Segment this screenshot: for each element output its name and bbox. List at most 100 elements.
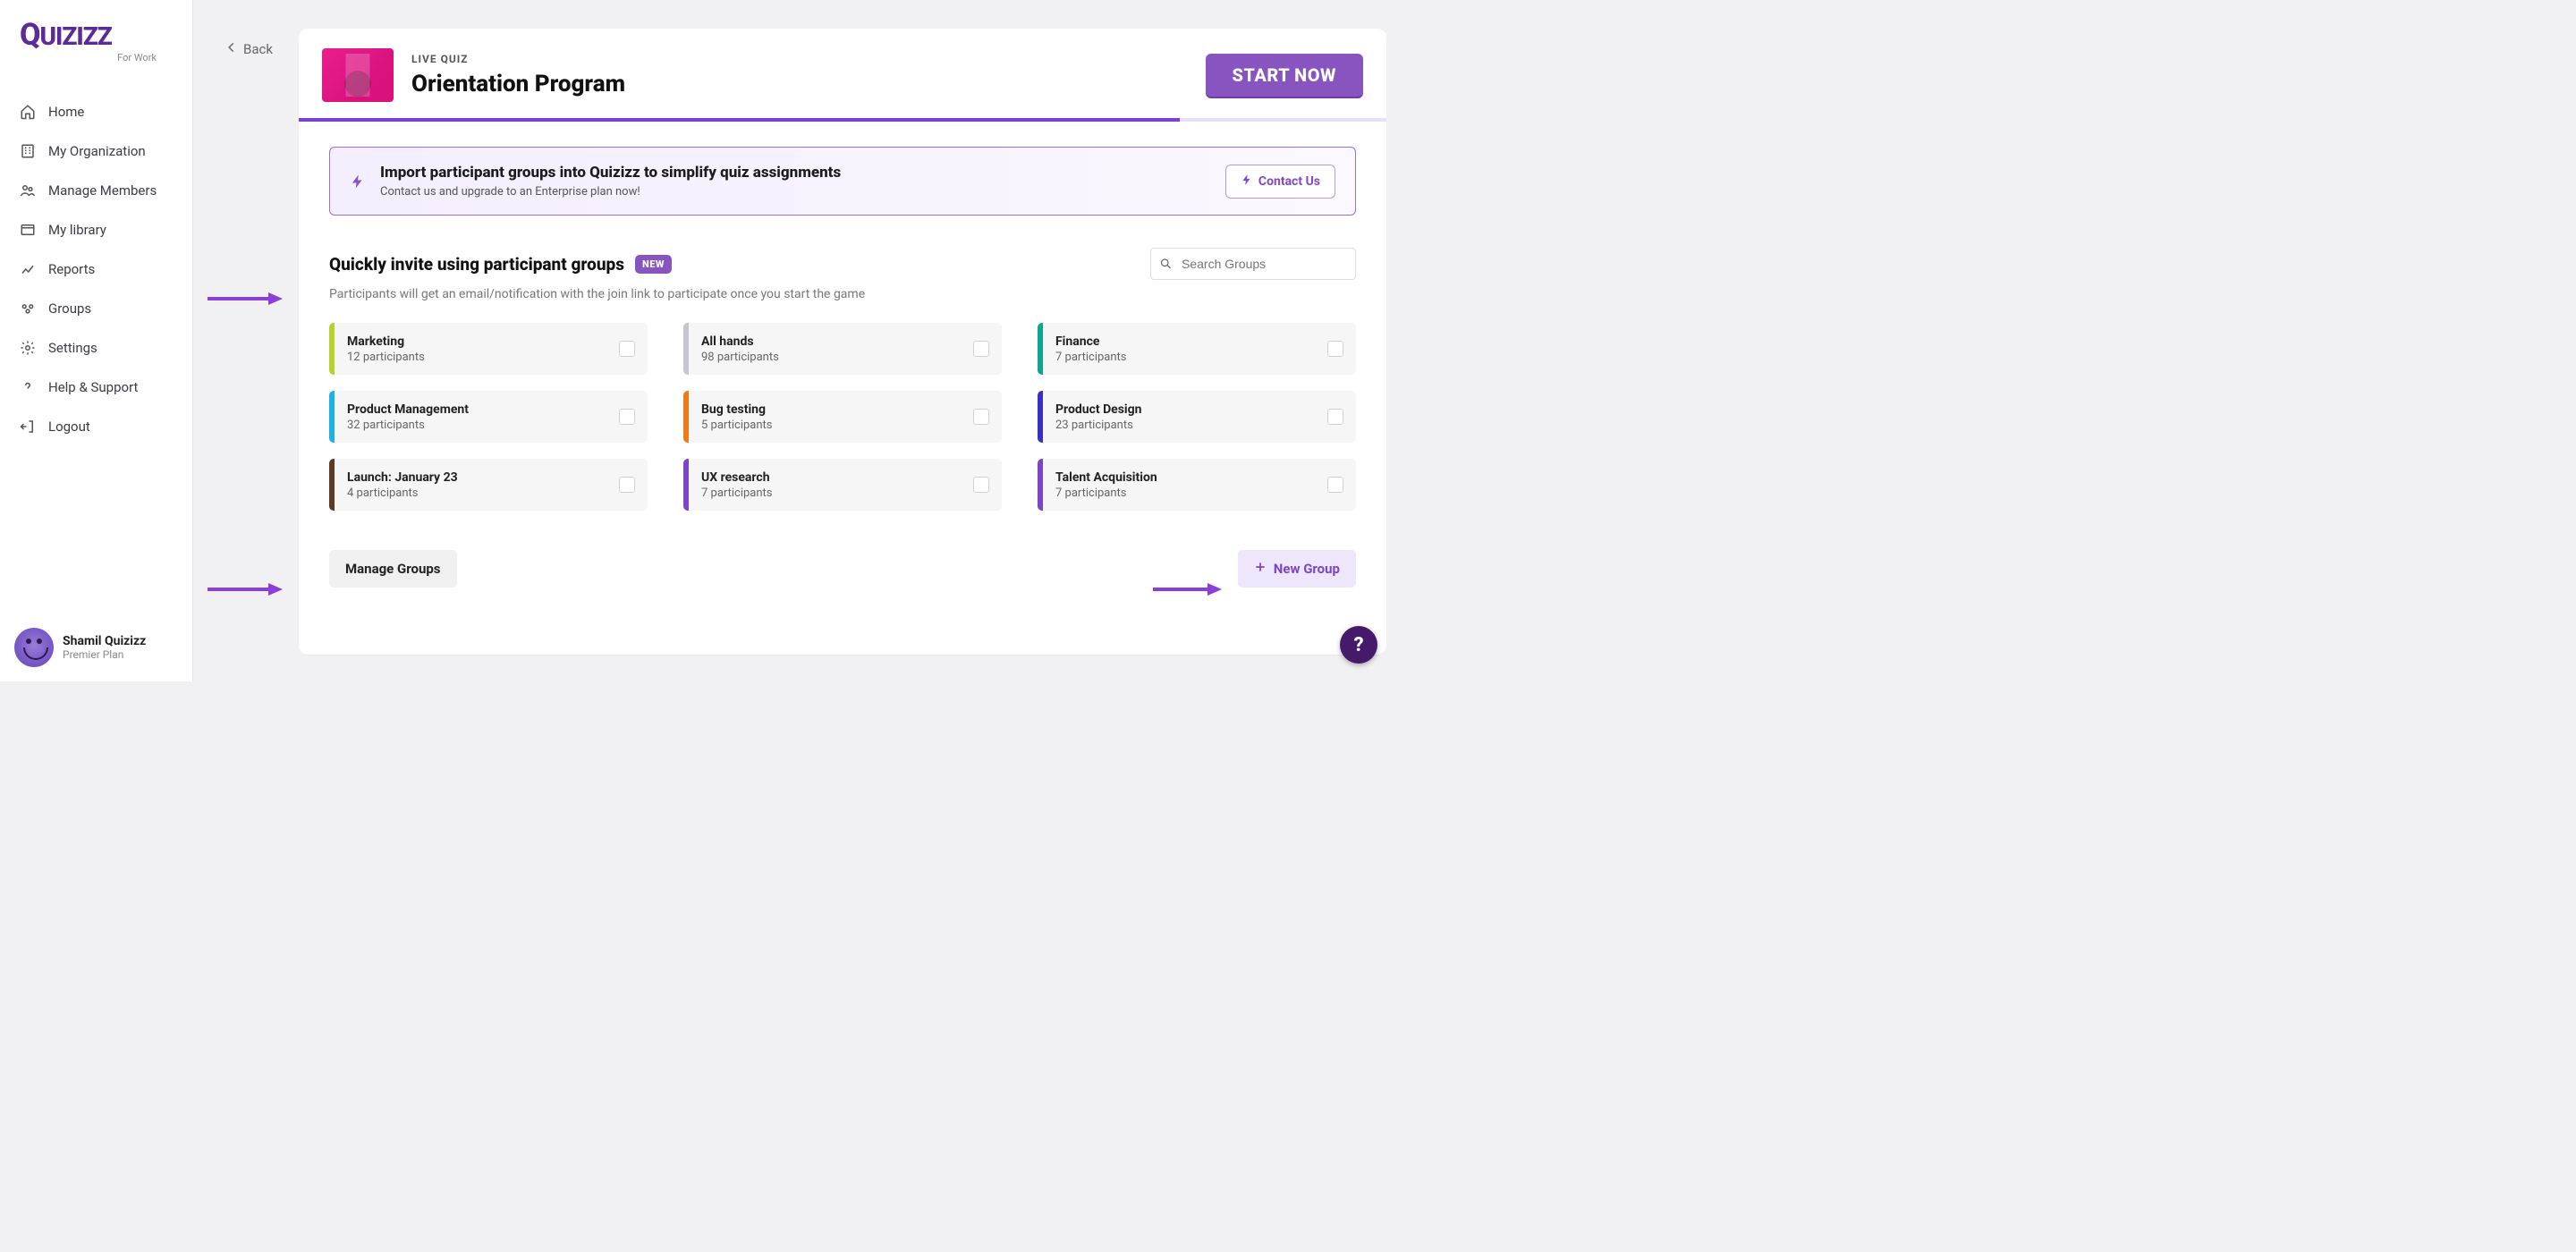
new-badge: NEW — [635, 255, 672, 274]
group-checkbox[interactable] — [973, 341, 989, 357]
annotation-arrow — [1153, 582, 1223, 589]
user-plan: Premier Plan — [63, 648, 146, 661]
plus-icon — [1254, 561, 1267, 577]
group-card[interactable]: Talent Acquisition7 participants — [1038, 459, 1356, 511]
group-checkbox[interactable] — [973, 477, 989, 493]
search-icon — [1159, 258, 1173, 271]
section-header: Quickly invite using participant groups … — [329, 248, 1356, 280]
help-icon — [20, 379, 36, 395]
sidebar-item-label: Groups — [48, 300, 91, 317]
group-count: 7 participants — [701, 486, 773, 500]
groups-icon — [20, 300, 36, 317]
title-block: LIVE QUIZ Orientation Program — [411, 53, 625, 97]
group-card[interactable]: Product Design23 participants — [1038, 391, 1356, 443]
brand-logo: QQuizizzUIZIZZ — [20, 20, 173, 50]
sidebar-item-label: Home — [48, 104, 84, 120]
brand-subline: For Work — [20, 52, 157, 63]
section-sub: Participants will get an email/notificat… — [329, 287, 1356, 301]
group-grid: Marketing12 participants All hands 98 part… — [329, 323, 1356, 511]
quiz-thumbnail — [322, 48, 394, 102]
new-group-label: New Group — [1274, 561, 1340, 577]
contact-us-button[interactable]: Contact Us — [1225, 165, 1335, 199]
new-group-button[interactable]: New Group — [1238, 550, 1356, 588]
sidebar-item-reports[interactable]: Reports — [0, 250, 192, 289]
sidebar-user[interactable]: Shamil Quizizz Premier Plan — [0, 613, 192, 681]
quiz-title: Orientation Program — [411, 71, 625, 97]
sidebar-item-label: Manage Members — [48, 182, 157, 199]
group-name: Bug testing — [701, 402, 773, 417]
group-count: 4 participants — [347, 486, 458, 500]
group-count: 7 participants — [1055, 351, 1127, 364]
group-card[interactable]: Launch: January 234 participants — [329, 459, 648, 511]
bolt-icon — [1241, 173, 1253, 190]
page-card: LIVE QUIZ Orientation Program START NOW … — [299, 29, 1386, 655]
group-checkbox[interactable] — [619, 341, 635, 357]
group-card[interactable]: Finance 7 participants — [1038, 323, 1356, 375]
user-name: Shamil Quizizz — [63, 634, 146, 648]
brand-block: QQuizizzUIZIZZ For Work — [0, 0, 192, 72]
upsell-headline: Import participant groups into Quizizz t… — [380, 164, 841, 182]
page-body: Import participant groups into Quizizz t… — [299, 122, 1386, 605]
sidebar-item-label: My library — [48, 222, 106, 238]
group-checkbox[interactable] — [1327, 341, 1343, 357]
manage-groups-button[interactable]: Manage Groups — [329, 550, 457, 588]
section-title: Quickly invite using participant groups — [329, 254, 624, 275]
group-count: 12 participants — [347, 351, 425, 364]
sidebar-item-label: Logout — [48, 419, 90, 435]
sidebar-item-members[interactable]: Manage Members — [0, 171, 192, 210]
sidebar-item-org[interactable]: My Organization — [0, 131, 192, 171]
annotation-arrow — [208, 292, 284, 299]
group-card[interactable]: Product Management 32 participants — [329, 391, 648, 443]
group-count: 32 participants — [347, 419, 469, 432]
start-now-button[interactable]: START NOW — [1206, 54, 1364, 97]
group-card[interactable]: All hands 98 participants — [683, 323, 1002, 375]
sidebar-item-home[interactable]: Home — [0, 92, 192, 131]
main: Back LIVE QUIZ Orientation Program START… — [193, 0, 1395, 681]
group-checkbox[interactable] — [619, 409, 635, 425]
group-checkbox[interactable] — [1327, 409, 1343, 425]
org-icon — [20, 143, 36, 159]
group-name: Finance — [1055, 334, 1127, 349]
group-name: UX research — [701, 470, 773, 485]
sidebar-item-label: Help & Support — [48, 379, 138, 395]
sidebar-item-settings[interactable]: Settings — [0, 328, 192, 368]
group-count: 98 participants — [701, 351, 779, 364]
progress-bar — [299, 118, 1386, 122]
sidebar-item-logout[interactable]: Logout — [0, 407, 192, 446]
group-count: 23 participants — [1055, 419, 1141, 432]
group-name: Product Management — [347, 402, 469, 417]
help-fab[interactable]: ? — [1340, 626, 1377, 664]
annotation-arrow — [208, 582, 284, 589]
upsell-subline: Contact us and upgrade to an Enterprise … — [380, 185, 841, 199]
sidebar-item-library[interactable]: My library — [0, 210, 192, 250]
group-name: Talent Acquisition — [1055, 470, 1157, 485]
group-card[interactable]: UX research7 participants — [683, 459, 1002, 511]
group-name: Launch: January 23 — [347, 470, 458, 485]
back-link[interactable]: Back — [225, 41, 273, 57]
search-input[interactable] — [1150, 248, 1356, 280]
group-card[interactable]: Bug testing 5 participants — [683, 391, 1002, 443]
sidebar-item-groups[interactable]: Groups — [0, 289, 192, 328]
bolt-icon — [350, 173, 366, 190]
sidebar-item-label: Reports — [48, 261, 95, 277]
reports-icon — [20, 261, 36, 277]
quiz-kicker: LIVE QUIZ — [411, 53, 625, 65]
sidebar-item-label: Settings — [48, 340, 97, 356]
upsell-banner: Import participant groups into Quizizz t… — [329, 147, 1356, 216]
group-checkbox[interactable] — [619, 477, 635, 493]
group-card[interactable]: Marketing12 participants — [329, 323, 648, 375]
group-count: 5 participants — [701, 419, 773, 432]
sidebar: QQuizizzUIZIZZ For Work Home My Organiza… — [0, 0, 193, 681]
group-checkbox[interactable] — [1327, 477, 1343, 493]
arrow-left-icon — [225, 41, 238, 57]
home-icon — [20, 104, 36, 120]
sidebar-item-help[interactable]: Help & Support — [0, 368, 192, 407]
sidebar-item-label: My Organization — [48, 143, 146, 159]
members-icon — [20, 182, 36, 199]
group-checkbox[interactable] — [973, 409, 989, 425]
sidebar-nav: Home My Organization Manage Members My l… — [0, 92, 192, 446]
contact-us-label: Contact Us — [1258, 174, 1320, 189]
page-header: LIVE QUIZ Orientation Program START NOW — [299, 29, 1386, 118]
group-name: All hands — [701, 334, 779, 349]
avatar — [14, 628, 54, 667]
